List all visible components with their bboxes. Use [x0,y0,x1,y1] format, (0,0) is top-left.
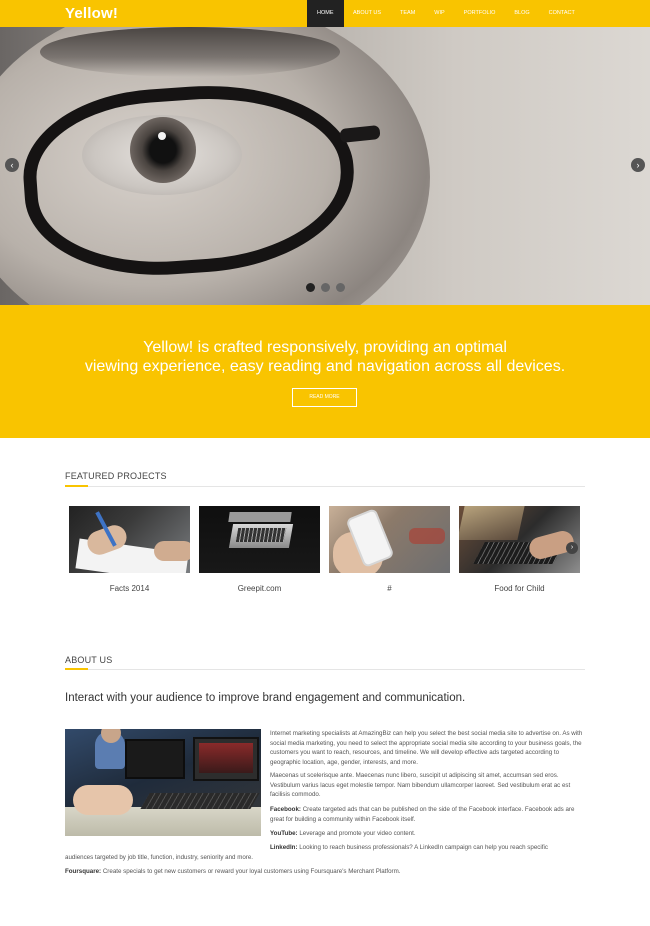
project-card[interactable]: › Food for Child [459,506,580,593]
project-label[interactable]: Facts 2014 [69,584,190,593]
slider-dot[interactable] [336,283,345,292]
about-foursquare: Foursquare: Create specials to get new c… [65,867,585,877]
about-us-title: ABOUT US [65,655,113,665]
hero-eyebrow [40,27,340,77]
nav-wip[interactable]: WIP [425,0,454,27]
section-accent-bar [65,485,88,487]
about-youtube: YouTube: Leverage and promote your video… [270,829,588,839]
nav-blog[interactable]: BLOG [505,0,539,27]
foursquare-text: Create specials to get new customers or … [102,868,401,875]
about-heading: Interact with your audience to improve b… [65,692,466,704]
tagline-line-2: viewing experience, easy reading and nav… [84,358,566,375]
nav-portfolio[interactable]: PORTFOLIO [454,0,505,27]
facebook-text: Create targeted ads that can be publishe… [270,806,575,823]
project-thumbnail[interactable] [199,506,320,573]
project-thumbnail[interactable] [69,506,190,573]
section-accent-bar [65,668,88,670]
project-label[interactable]: Food for Child [459,584,580,593]
tagline-line-1: Yellow! is crafted responsively, providi… [143,339,507,356]
nav-contact[interactable]: CONTACT [539,0,584,27]
slider-dot[interactable] [306,283,315,292]
facebook-label: Facebook: [270,806,301,813]
slider-dot[interactable] [321,283,330,292]
about-paragraph-2: Maecenas ut scelerisque ante. Maecenas n… [270,772,571,798]
about-facebook: Facebook: Create targeted ads that can b… [270,805,588,824]
carousel-next-icon[interactable]: › [566,542,578,554]
slider-next-icon[interactable]: › [631,158,645,172]
about-image [65,729,261,836]
featured-projects-title: FEATURED PROJECTS [65,471,167,481]
about-linkedin-continued: audiences targeted by job title, functio… [65,854,254,861]
section-divider [65,669,585,670]
slider-prev-icon[interactable]: ‹ [5,158,19,172]
brand-logo[interactable]: Yellow! [65,5,118,22]
tagline-banner: Yellow! is crafted responsively, providi… [0,305,650,438]
linkedin-text: Looking to reach business professionals?… [299,844,548,851]
projects-carousel: Facts 2014 Greepit.com # › Food for Chil… [69,506,580,593]
youtube-text: Leverage and promote your video content. [299,830,416,837]
nav-home[interactable]: HOME [307,0,344,27]
project-thumbnail[interactable] [329,506,450,573]
slider-pagination [306,283,345,292]
read-more-button[interactable]: READ MORE [292,388,357,407]
project-label[interactable]: Greepit.com [199,584,320,593]
navbar: Yellow! HOME ABOUT US TEAM WIP PORTFOLIO… [0,0,650,27]
project-label[interactable]: # [329,584,450,593]
foursquare-label: Foursquare: [65,868,102,875]
nav-team[interactable]: TEAM [391,0,425,27]
hero-slider: ‹ › [0,27,650,305]
project-card[interactable]: Greepit.com [199,506,320,593]
nav-about-us[interactable]: ABOUT US [344,0,391,27]
about-paragraph-1: Internet marketing specialists at Amazin… [270,730,583,766]
linkedin-label: LinkedIn: [270,844,298,851]
about-linkedin: LinkedIn: Looking to reach business prof… [270,843,590,853]
youtube-label: YouTube: [270,830,298,837]
project-thumbnail[interactable]: › [459,506,580,573]
project-card[interactable]: Facts 2014 [69,506,190,593]
section-divider [65,486,585,487]
main-nav: HOME ABOUT US TEAM WIP PORTFOLIO BLOG CO… [307,0,584,27]
project-card[interactable]: # [329,506,450,593]
tagline-text: Yellow! is crafted responsively, providi… [0,338,650,376]
